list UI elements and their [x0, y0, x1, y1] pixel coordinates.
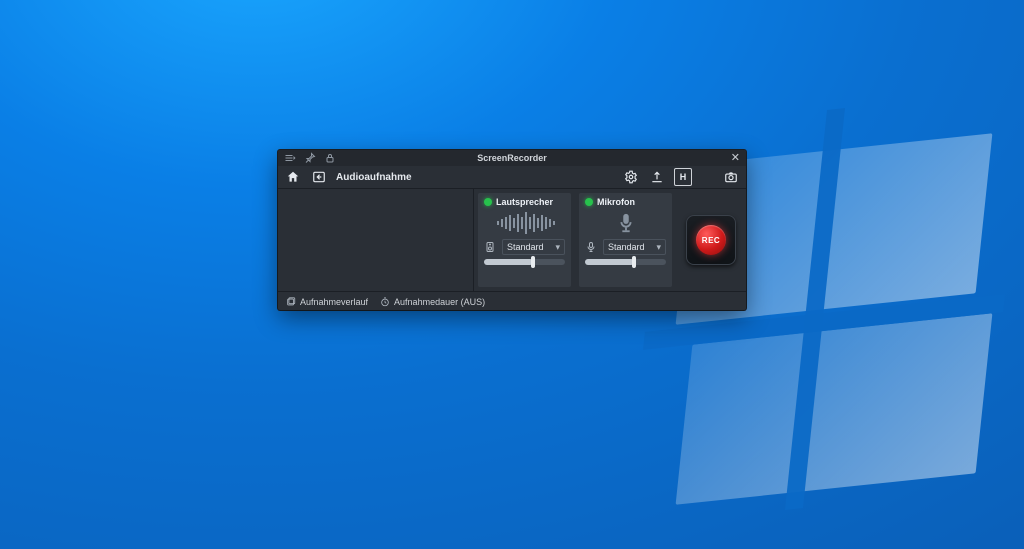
desktop: ScreenRecorder ✕ Audioaufnahme H — [0, 0, 1024, 549]
mic-label: Mikrofon — [597, 197, 635, 207]
speaker-volume-slider[interactable] — [484, 259, 565, 265]
app-window: ScreenRecorder ✕ Audioaufnahme H — [278, 150, 746, 310]
audio-panel: Lautsprecher — [474, 189, 676, 291]
camera-button[interactable] — [722, 168, 740, 186]
recording-history-button[interactable]: Aufnahmeverlauf — [286, 297, 368, 307]
chevron-down-icon: ▾ — [555, 242, 560, 253]
speaker-card: Lautsprecher — [478, 193, 571, 287]
speaker-label: Lautsprecher — [496, 197, 553, 207]
record-panel: REC — [676, 189, 746, 291]
h-button[interactable]: H — [674, 168, 692, 186]
mic-device-select[interactable]: Standard ▾ — [603, 239, 666, 255]
chevron-down-icon: ▾ — [656, 242, 661, 253]
recording-duration-label: Aufnahmedauer (AUS) — [394, 297, 485, 307]
speaker-icon — [484, 241, 496, 253]
left-panel — [278, 189, 474, 291]
settings-button[interactable] — [622, 168, 640, 186]
waveform-icon — [484, 211, 565, 235]
speaker-status-led — [484, 198, 492, 206]
status-bar: Aufnahmeverlauf Aufnahmedauer (AUS) — [278, 291, 746, 312]
mic-selected: Standard — [608, 242, 645, 252]
mic-card: Mikrofon Standard — [579, 193, 672, 287]
speaker-device-select[interactable]: Standard ▾ — [502, 239, 565, 255]
microphone-icon — [585, 211, 666, 235]
upload-button[interactable] — [648, 168, 666, 186]
toolbar: Audioaufnahme H — [278, 166, 746, 189]
body: Lautsprecher — [278, 189, 746, 291]
back-button[interactable] — [310, 168, 328, 186]
mic-status-led — [585, 198, 593, 206]
speaker-selected: Standard — [507, 242, 544, 252]
recording-duration-button[interactable]: Aufnahmedauer (AUS) — [380, 297, 485, 307]
window-title: ScreenRecorder — [278, 153, 746, 163]
home-button[interactable] — [284, 168, 302, 186]
mic-small-icon — [585, 241, 597, 253]
titlebar: ScreenRecorder ✕ — [278, 150, 746, 166]
section-title: Audioaufnahme — [336, 172, 412, 183]
record-button[interactable]: REC — [686, 215, 736, 265]
mic-volume-slider[interactable] — [585, 259, 666, 265]
recording-history-label: Aufnahmeverlauf — [300, 297, 368, 307]
record-label: REC — [696, 225, 726, 255]
